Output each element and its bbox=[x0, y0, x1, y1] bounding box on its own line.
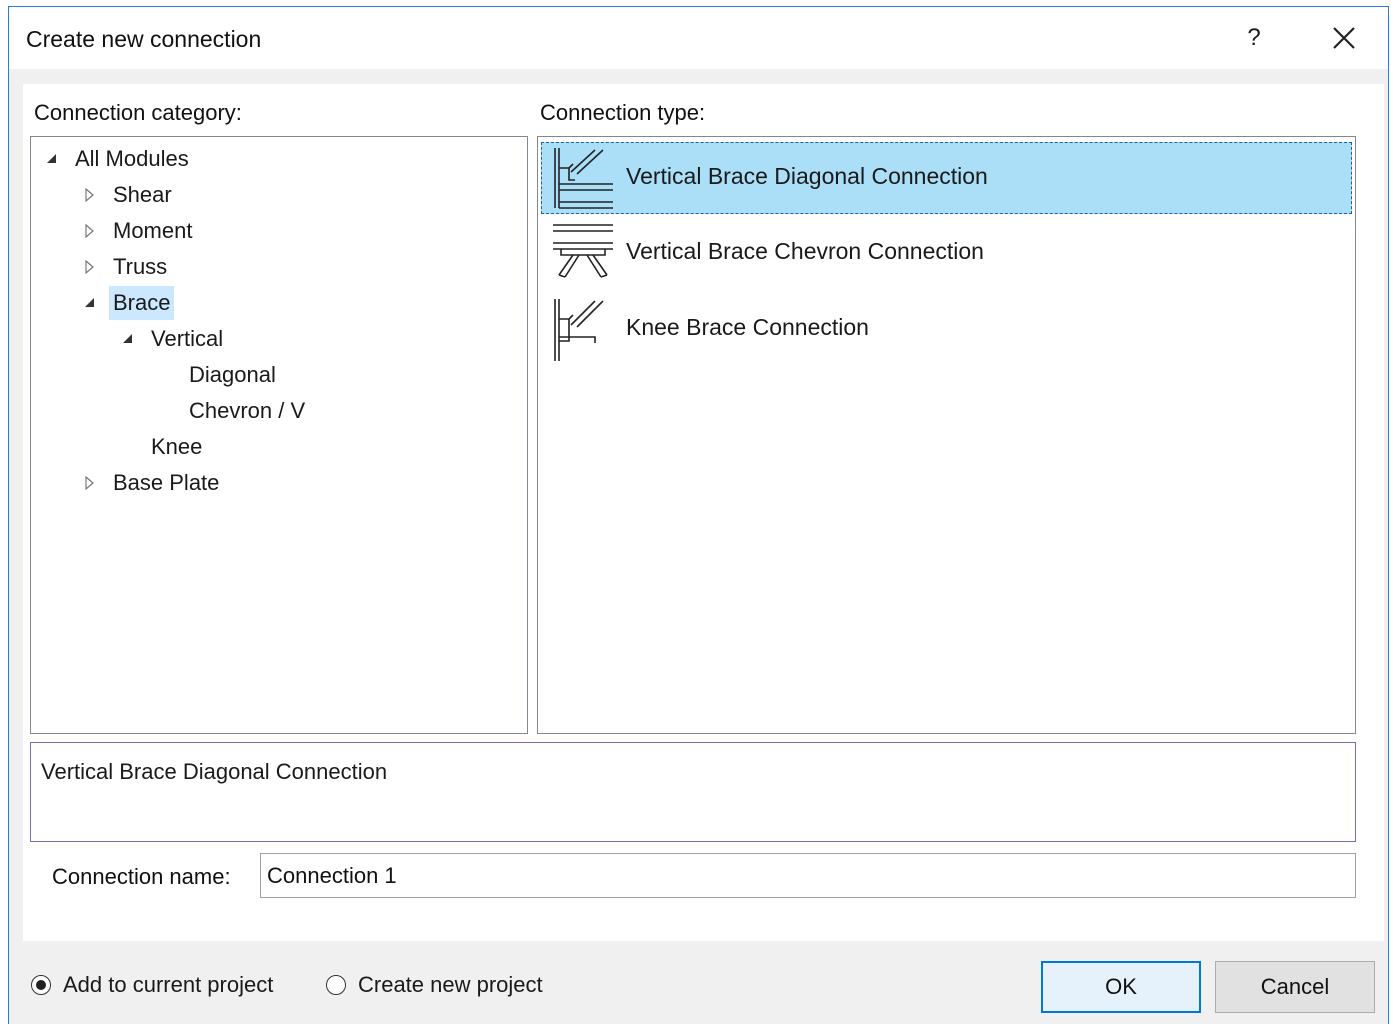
collapsed-triangle-icon[interactable] bbox=[83, 188, 97, 202]
tree-item-label: Vertical bbox=[151, 326, 224, 351]
collapsed-triangle-icon[interactable] bbox=[83, 224, 97, 238]
tree-item-brace[interactable]: Brace bbox=[83, 286, 175, 320]
expanded-triangle-icon[interactable] bbox=[45, 152, 59, 166]
type-item-label: Vertical Brace Chevron Connection bbox=[626, 238, 984, 264]
type-item-chevron[interactable]: Vertical Brace Chevron Connection bbox=[541, 217, 1352, 289]
connection-type-list[interactable]: Vertical Brace Diagonal Connection Verti… bbox=[537, 136, 1356, 734]
radio-add-to-current-project[interactable]: Add to current project bbox=[31, 970, 273, 1000]
type-label: Connection type: bbox=[540, 100, 706, 125]
tree-item-label: Brace bbox=[109, 286, 175, 320]
tree-item-vertical[interactable]: Vertical bbox=[121, 322, 227, 356]
connection-name-input[interactable] bbox=[260, 853, 1356, 898]
tree-item-chevron-v[interactable]: Chevron / V bbox=[159, 394, 309, 428]
tree-item-label: Chevron / V bbox=[189, 398, 306, 423]
tree-item-shear[interactable]: Shear bbox=[83, 178, 176, 212]
expanded-triangle-icon[interactable] bbox=[83, 296, 97, 310]
dialog-title: Create new connection bbox=[26, 26, 262, 52]
tree-item-label: Diagonal bbox=[189, 362, 276, 387]
tree-item-label: All Modules bbox=[75, 146, 189, 171]
radio-button-unchecked[interactable] bbox=[326, 975, 346, 995]
close-button[interactable] bbox=[1327, 21, 1361, 55]
close-icon bbox=[1333, 27, 1355, 49]
tree-item-knee[interactable]: Knee bbox=[121, 430, 206, 464]
tree-item-base-plate[interactable]: Base Plate bbox=[83, 466, 223, 500]
category-label: Connection category: bbox=[34, 100, 242, 125]
category-tree[interactable]: All Modules Shear Moment Truss Brace Vertical… bbox=[30, 136, 528, 734]
radio-button-checked[interactable] bbox=[31, 975, 51, 995]
expanded-triangle-icon[interactable] bbox=[121, 332, 135, 346]
collapsed-triangle-icon[interactable] bbox=[83, 476, 97, 490]
create-connection-dialog: Create new connection ? Connection categ… bbox=[8, 6, 1389, 1024]
tree-item-label: Truss bbox=[113, 254, 168, 279]
type-item-knee[interactable]: Knee Brace Connection bbox=[541, 293, 1352, 365]
tree-item-label: Moment bbox=[113, 218, 193, 243]
description-text: Vertical Brace Diagonal Connection bbox=[41, 759, 388, 784]
tree-item-diagonal[interactable]: Diagonal bbox=[159, 358, 280, 392]
tree-item-label: Shear bbox=[113, 182, 172, 207]
radio-label: Create new project bbox=[358, 972, 543, 997]
knee-brace-icon bbox=[554, 299, 604, 361]
tree-item-moment[interactable]: Moment bbox=[83, 214, 196, 248]
radio-create-new-project[interactable]: Create new project bbox=[326, 970, 543, 1000]
tree-item-all-modules[interactable]: All Modules bbox=[45, 142, 193, 176]
title-bar: Create new connection ? bbox=[9, 7, 1388, 69]
collapsed-triangle-icon[interactable] bbox=[83, 260, 97, 274]
connection-name-label: Connection name: bbox=[52, 864, 231, 889]
type-item-diagonal[interactable]: Vertical Brace Diagonal Connection bbox=[541, 142, 1352, 214]
type-item-label: Vertical Brace Diagonal Connection bbox=[626, 163, 988, 189]
radio-label: Add to current project bbox=[63, 972, 274, 997]
diagonal-brace-icon bbox=[554, 148, 613, 209]
help-button[interactable]: ? bbox=[1239, 21, 1269, 55]
type-item-label: Knee Brace Connection bbox=[626, 314, 869, 340]
tree-item-label: Base Plate bbox=[113, 470, 220, 495]
description-box: Vertical Brace Diagonal Connection bbox=[30, 742, 1356, 842]
dialog-content: Connection category: Connection type: Al… bbox=[23, 84, 1384, 941]
tree-item-label: Knee bbox=[151, 434, 203, 459]
chevron-brace-icon bbox=[553, 224, 613, 278]
ok-button[interactable]: OK bbox=[1041, 961, 1201, 1013]
cancel-button[interactable]: Cancel bbox=[1215, 961, 1375, 1013]
tree-item-truss[interactable]: Truss bbox=[83, 250, 171, 284]
